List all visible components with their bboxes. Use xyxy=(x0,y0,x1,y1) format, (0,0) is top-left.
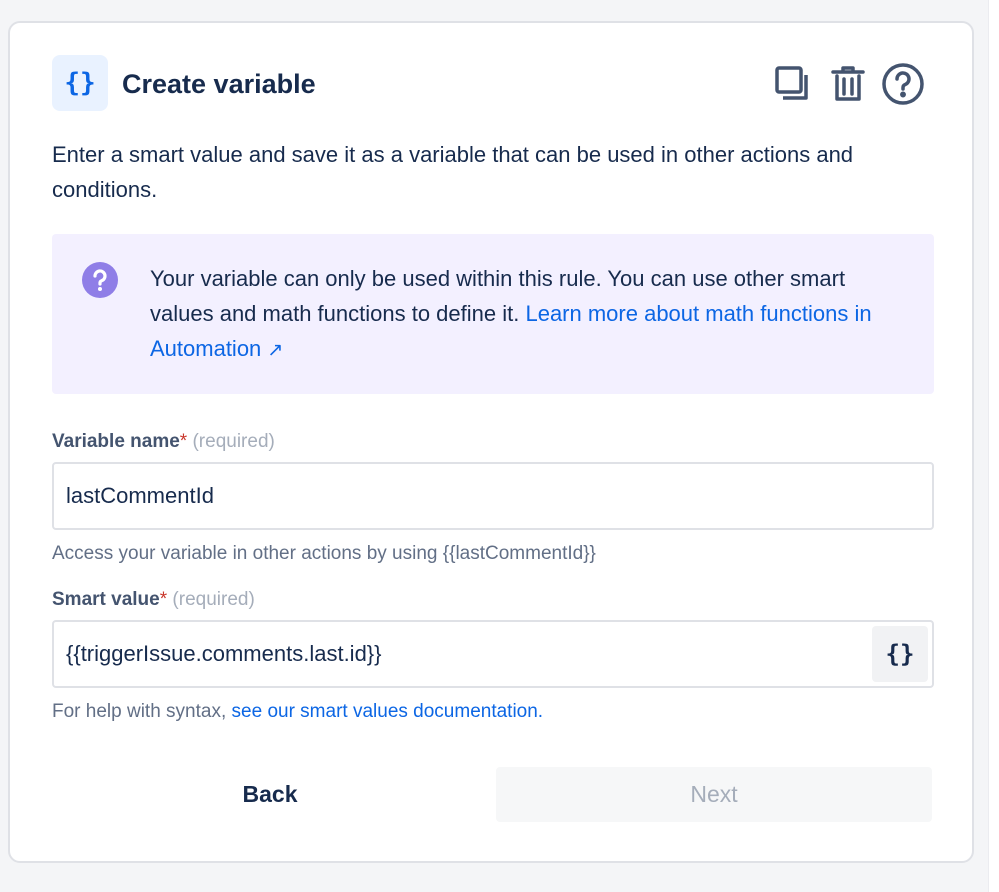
next-button[interactable]: Next xyxy=(496,767,932,822)
variable-name-input[interactable] xyxy=(66,464,866,528)
required-text: (required) xyxy=(172,589,255,610)
create-variable-card: {} Create variable Enter a smart value a… xyxy=(8,21,974,863)
smart-value-input[interactable] xyxy=(66,622,866,686)
trash-icon[interactable] xyxy=(825,61,871,107)
variable-name-label: Variable name* (required) xyxy=(52,431,275,453)
braces-icon: {} xyxy=(885,640,915,668)
braces-glyph: {} xyxy=(64,68,96,98)
variable-name-helper: Access your variable in other actions by… xyxy=(52,543,596,564)
smart-value-helper-prefix: For help with syntax, xyxy=(52,701,227,722)
insert-smart-value-button[interactable]: {} xyxy=(872,626,928,682)
help-icon[interactable] xyxy=(880,61,926,107)
info-text: Your variable can only be used within th… xyxy=(150,261,910,368)
card-description: Enter a smart value and save it as a var… xyxy=(52,142,854,202)
info-message: Your variable can only be used within th… xyxy=(52,234,934,394)
smart-value-label: Smart value* (required) xyxy=(52,589,255,611)
variable-braces-icon: {} xyxy=(52,55,108,111)
smart-value-helper: For help with syntax, see our smart valu… xyxy=(52,701,543,723)
smart-value-label-text: Smart value xyxy=(52,589,160,610)
variable-name-field[interactable] xyxy=(52,462,934,530)
card-title: Create variable xyxy=(122,69,316,99)
smart-value-field[interactable]: {} xyxy=(52,620,934,688)
smart-values-documentation-link[interactable]: see our smart values documentation. xyxy=(232,701,544,722)
required-asterisk: * xyxy=(179,431,188,452)
duplicate-icon[interactable] xyxy=(770,61,816,107)
external-link-icon: ↗ xyxy=(267,340,284,361)
variable-name-label-text: Variable name xyxy=(52,431,180,452)
required-asterisk: * xyxy=(159,589,168,610)
question-circle-icon xyxy=(82,262,118,298)
required-text: (required) xyxy=(192,431,275,452)
right-panel-edge xyxy=(988,0,999,892)
back-button[interactable]: Back xyxy=(52,767,488,822)
